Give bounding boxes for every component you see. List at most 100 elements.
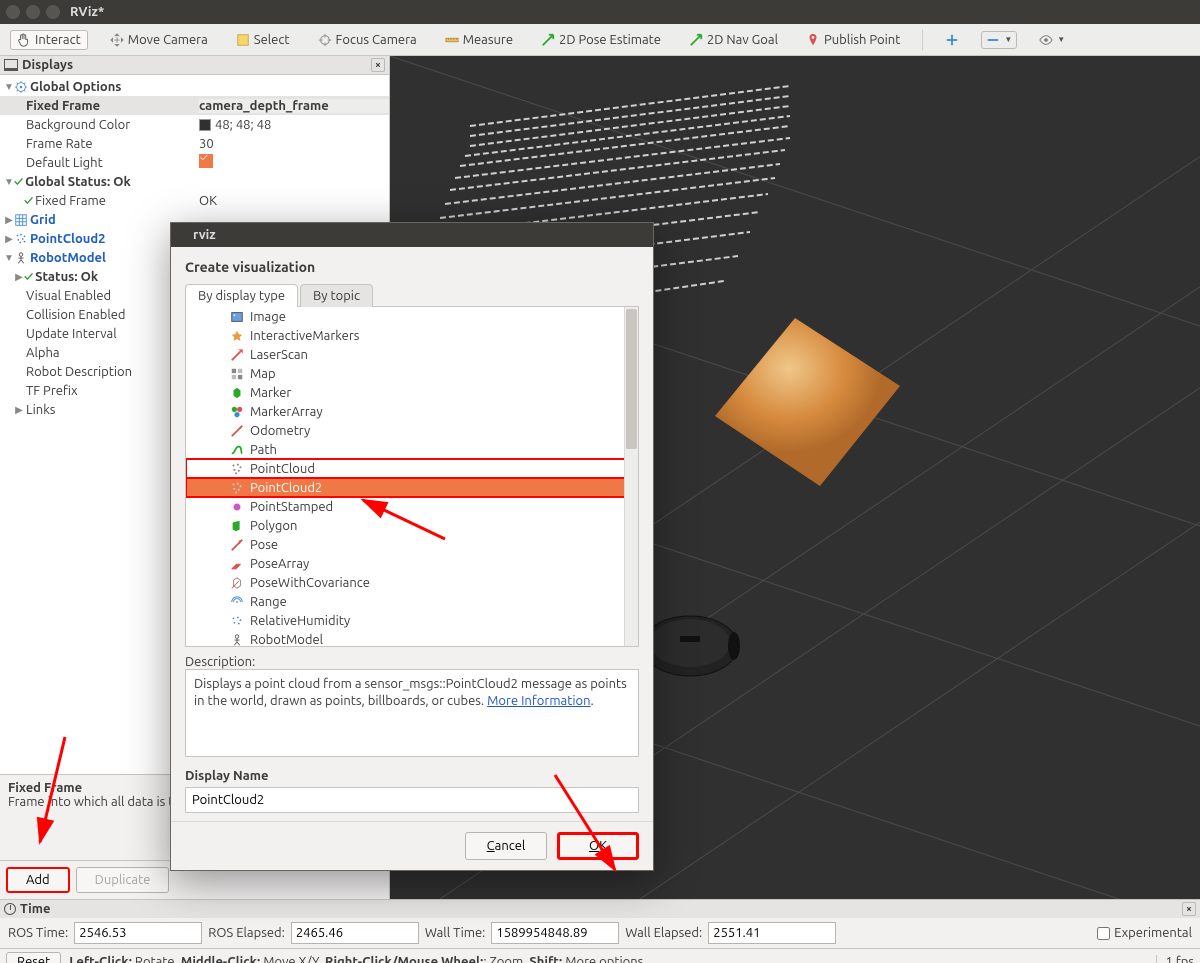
list-item-relativehumidity[interactable]: RelativeHumidity — [186, 611, 638, 630]
wall-time-field[interactable] — [491, 922, 619, 944]
pose-estimate-label: 2D Pose Estimate — [559, 33, 661, 47]
focus-camera-button[interactable]: Focus Camera — [312, 31, 423, 49]
default-light-value[interactable] — [199, 154, 389, 171]
list-item-label: PointCloud2 — [250, 481, 322, 495]
scrollbar[interactable] — [624, 307, 638, 646]
display-name-label: Display Name — [185, 769, 639, 783]
more-information-link[interactable]: More Information — [487, 694, 590, 708]
select-button[interactable]: Select — [230, 31, 296, 49]
ros-elapsed-label: ROS Elapsed: — [208, 926, 285, 940]
list-item-range[interactable]: Range — [186, 592, 638, 611]
minus-icon — [986, 33, 1000, 47]
time-panel-title: Time — [20, 902, 50, 916]
nav-goal-label: 2D Nav Goal — [707, 33, 778, 47]
cancel-button[interactable]: Cancel — [465, 832, 547, 860]
list-item-image[interactable]: Image — [186, 307, 638, 326]
list-item-map[interactable]: Map — [186, 364, 638, 383]
type-icon — [230, 481, 244, 495]
list-item-markerarray[interactable]: MarkerArray — [186, 402, 638, 421]
expander-icon[interactable]: ▶ — [4, 214, 14, 226]
move-camera-button[interactable]: Move Camera — [104, 31, 214, 49]
type-icon — [230, 424, 244, 438]
list-item-pointcloud2[interactable]: PointCloud2 — [186, 478, 638, 497]
expander-icon[interactable]: ▼ — [4, 176, 14, 188]
dialog-titlebar[interactable]: rviz — [171, 223, 653, 247]
expander-icon[interactable]: ▼ — [4, 81, 14, 93]
close-panel-button[interactable]: × — [371, 58, 385, 72]
scrollbar-thumb[interactable] — [626, 309, 637, 449]
wall-elapsed-field[interactable] — [708, 922, 836, 944]
frame-rate-label: Frame Rate — [24, 137, 199, 151]
plus-button[interactable] — [939, 31, 965, 49]
expander-icon[interactable]: ▼ — [4, 252, 14, 264]
type-icon — [230, 443, 244, 457]
type-icon — [230, 405, 244, 419]
status-ok-icon: ✓ — [14, 175, 23, 189]
list-item-posewithcovariance[interactable]: PoseWithCovariance — [186, 573, 638, 592]
bg-color-label: Background Color — [24, 118, 199, 132]
list-item-path[interactable]: Path — [186, 440, 638, 459]
window-maximize-icon[interactable] — [46, 5, 60, 19]
tab-by-topic[interactable]: By topic — [300, 284, 373, 307]
hand-icon — [17, 33, 31, 47]
close-time-panel-button[interactable]: × — [1182, 902, 1196, 916]
minus-dropdown-button[interactable]: ▼ — [981, 31, 1017, 49]
window-minimize-icon[interactable] — [26, 5, 40, 19]
list-item-label: Polygon — [250, 519, 297, 533]
measure-button[interactable]: Measure — [439, 31, 519, 49]
global-options-node[interactable]: Global Options — [28, 80, 199, 94]
frame-rate-value[interactable]: 30 — [199, 137, 389, 151]
display-name-input[interactable] — [185, 787, 639, 813]
publish-point-button[interactable]: Publish Point — [800, 31, 906, 49]
list-item-polygon[interactable]: Polygon — [186, 516, 638, 535]
ros-time-field[interactable] — [74, 922, 202, 944]
expander-icon[interactable]: ▶ — [14, 404, 24, 416]
type-icon — [230, 348, 244, 362]
list-item-label: Range — [250, 595, 287, 609]
dialog-tabs: By display type By topic — [185, 283, 639, 307]
list-item-odometry[interactable]: Odometry — [186, 421, 638, 440]
list-item-interactivemarkers[interactable]: InteractiveMarkers — [186, 326, 638, 345]
list-item-robotmodel[interactable]: RobotModel — [186, 630, 638, 647]
description-label: Description: — [185, 655, 639, 669]
dialog-heading: Create visualization — [185, 259, 639, 275]
select-label: Select — [254, 33, 290, 47]
experimental-label: Experimental — [1114, 926, 1192, 940]
list-item-marker[interactable]: Marker — [186, 383, 638, 402]
ok-button[interactable]: OK — [557, 832, 639, 860]
pose-estimate-button[interactable]: 2D Pose Estimate — [535, 31, 667, 49]
move-camera-label: Move Camera — [128, 33, 208, 47]
experimental-checkbox[interactable] — [1097, 927, 1110, 940]
expander-icon[interactable]: ▶ — [4, 233, 14, 245]
global-status-node[interactable]: Global Status: Ok — [23, 175, 199, 189]
list-item-pose[interactable]: Pose — [186, 535, 638, 554]
bg-color-value[interactable]: 48; 48; 48 — [199, 118, 389, 132]
clock-icon — [4, 903, 16, 915]
ros-elapsed-field[interactable] — [291, 922, 419, 944]
fixed-frame-value[interactable]: camera_depth_frame — [199, 99, 389, 113]
window-close-icon[interactable] — [6, 5, 20, 19]
type-icon — [230, 462, 244, 476]
fps-label: 1 fps — [1156, 955, 1194, 963]
description-box: Displays a point cloud from a sensor_msg… — [185, 669, 639, 757]
move-icon — [110, 33, 124, 47]
add-button[interactable]: Add — [6, 867, 70, 893]
list-item-pointstamped[interactable]: PointStamped — [186, 497, 638, 516]
expander-icon[interactable]: ▶ — [14, 271, 24, 283]
tab-by-display-type[interactable]: By display type — [185, 284, 298, 307]
list-item-label: PointStamped — [250, 500, 333, 514]
interact-button[interactable]: Interact — [10, 30, 88, 50]
visibility-dropdown-button[interactable]: ▼ — [1033, 31, 1071, 49]
display-type-list[interactable]: ImageInteractiveMarkersLaserScanMapMarke… — [185, 307, 639, 647]
pin-icon — [806, 33, 820, 47]
publish-point-label: Publish Point — [824, 33, 900, 47]
list-item-pointcloud[interactable]: PointCloud — [186, 459, 638, 478]
interact-label: Interact — [35, 33, 81, 47]
plus-icon — [945, 33, 959, 47]
list-item-laserscan[interactable]: LaserScan — [186, 345, 638, 364]
window-titlebar: RViz* — [0, 0, 1200, 24]
nav-goal-button[interactable]: 2D Nav Goal — [683, 31, 784, 49]
reset-button[interactable]: Reset — [6, 952, 61, 963]
checkbox-checked-icon[interactable] — [199, 154, 213, 168]
list-item-posearray[interactable]: PoseArray — [186, 554, 638, 573]
